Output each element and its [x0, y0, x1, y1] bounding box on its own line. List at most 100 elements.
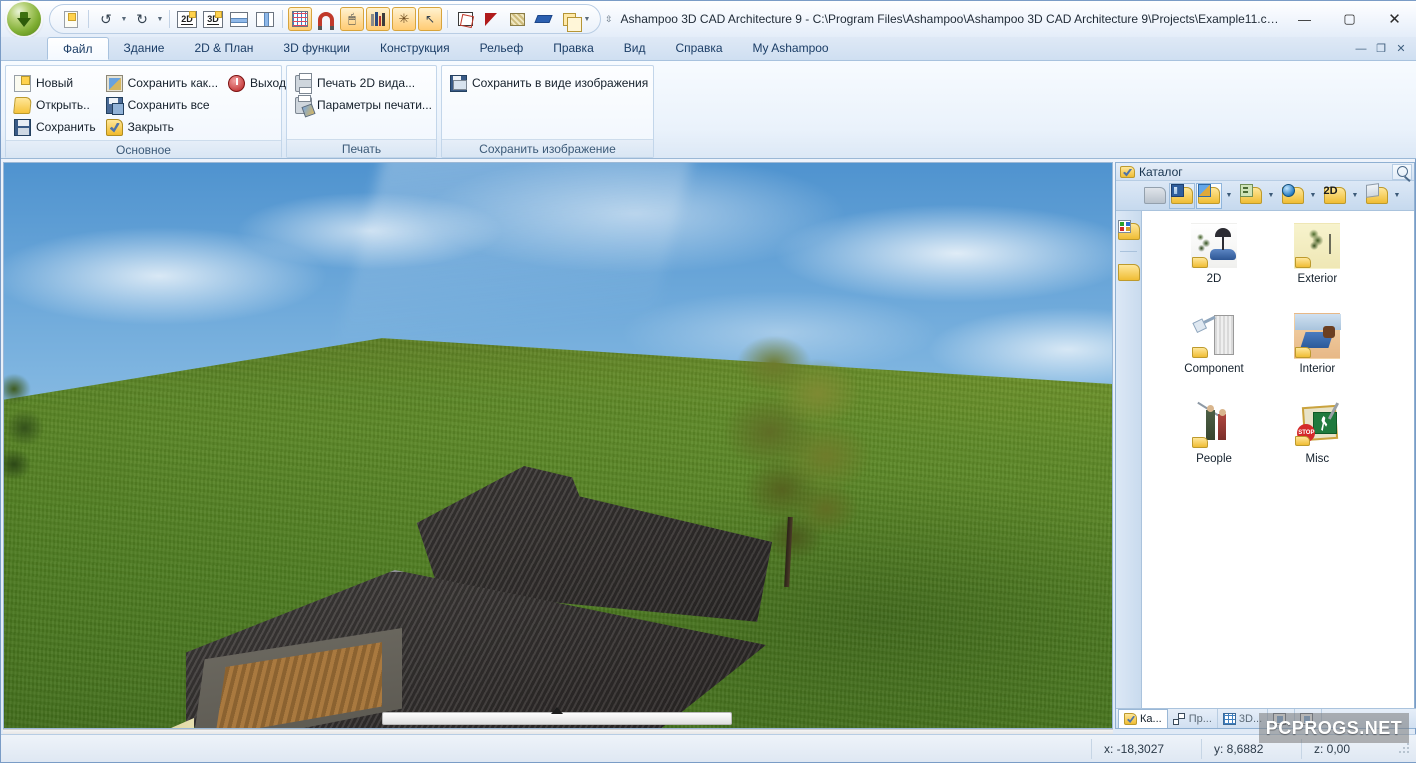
copy-object-button[interactable]	[557, 7, 582, 32]
catalog-textures-button[interactable]	[1280, 183, 1306, 209]
command-save-as[interactable]: Сохранить как...	[104, 72, 226, 94]
catalog-windows-button[interactable]	[1169, 182, 1195, 209]
catalog-materials-button[interactable]	[1238, 183, 1264, 209]
view-3d-icon: 3D	[203, 10, 223, 28]
wall-tool-button[interactable]	[505, 7, 529, 31]
undo-dropdown-caret[interactable]: ▼	[119, 7, 129, 31]
slab-icon	[533, 15, 553, 23]
doc-close-button[interactable]: ✕	[1391, 40, 1411, 58]
node-edit-button[interactable]: ✳	[392, 7, 416, 31]
tab-project-tree[interactable]: Пр...	[1168, 709, 1218, 728]
command-save[interactable]: Сохранить	[12, 116, 104, 138]
folder-overlay-icon	[1192, 347, 1208, 358]
catalog-3d-objects-button[interactable]	[1196, 182, 1222, 209]
chair-shape	[1323, 326, 1336, 338]
house-model	[134, 388, 874, 728]
ribbon-group-main-title: Основное	[6, 140, 281, 158]
catalog-export-button[interactable]	[1364, 183, 1390, 209]
layers-button[interactable]	[366, 7, 390, 31]
slab-tool-button[interactable]	[531, 7, 555, 31]
umbrella-shape	[1215, 228, 1231, 250]
command-exit[interactable]: Выход	[226, 72, 294, 94]
tab-2d-plan[interactable]: 2D & План	[179, 37, 268, 60]
catalog-3d-dropdown-caret[interactable]: ▼	[1223, 183, 1235, 209]
grid-icon	[292, 11, 308, 27]
tab-3d-functions[interactable]: 3D функции	[268, 37, 365, 60]
quick-access-toolbar: ↺ ▼ ↻ ▼ 2D 3D 🖱 ✳ ↖ ▼	[49, 4, 601, 34]
magnet-icon	[318, 12, 334, 30]
catalog-item-2d[interactable]: 2D	[1168, 223, 1260, 285]
3d-viewport[interactable]	[3, 162, 1113, 729]
catalog-side-toolbar	[1116, 211, 1142, 710]
catalog-2d-button[interactable]: 2D	[1322, 183, 1348, 209]
command-close-label: Закрыть	[127, 120, 174, 134]
select-pointer-button[interactable]: 🖱	[340, 7, 364, 31]
view-2d-button[interactable]: 2D	[175, 7, 199, 31]
tab-help[interactable]: Справка	[660, 37, 737, 60]
command-print-settings[interactable]: Параметры печати...	[293, 94, 440, 116]
split-vertical-button[interactable]	[253, 7, 277, 31]
tab-terrain[interactable]: Рельеф	[465, 37, 539, 60]
app-orb-button[interactable]	[5, 2, 43, 36]
snap-magnet-button[interactable]	[314, 7, 338, 31]
split-horizontal-button[interactable]	[227, 7, 251, 31]
folder-icon	[1118, 263, 1140, 281]
view-3d-button[interactable]: 3D	[201, 7, 225, 31]
post-shape	[1329, 234, 1332, 254]
redo-button[interactable]: ↻	[130, 7, 154, 31]
command-open[interactable]: Открыть..	[12, 94, 104, 116]
catalog-item-exterior[interactable]: Exterior	[1271, 223, 1363, 285]
flag-icon	[485, 12, 497, 26]
layers-icon	[371, 12, 385, 26]
tab-construction[interactable]: Конструкция	[365, 37, 465, 60]
close-button[interactable]: ✕	[1372, 5, 1416, 33]
folder-overlay-icon	[1295, 436, 1311, 446]
grid-toggle-button[interactable]	[288, 7, 312, 31]
catalog-item-interior[interactable]: Interior	[1271, 313, 1363, 375]
doc-minimize-button[interactable]: —	[1351, 40, 1371, 58]
exit-icon	[228, 74, 246, 92]
splitter-handle-triangle[interactable]	[551, 707, 563, 714]
catalog-collapse-button[interactable]	[1392, 163, 1412, 180]
flag-marker-button[interactable]	[479, 7, 503, 31]
command-new[interactable]: Новый	[12, 72, 104, 94]
redo-dropdown-caret[interactable]: ▼	[155, 7, 165, 31]
catalog-2d-dropdown-caret[interactable]: ▼	[1349, 183, 1361, 209]
tab-catalog[interactable]: Ка...	[1118, 709, 1168, 728]
tab-file[interactable]: Файл	[47, 37, 109, 60]
catalog-export-dropdown-caret[interactable]: ▼	[1391, 183, 1403, 209]
catalog-favorites-button[interactable]	[1116, 252, 1142, 292]
catalog-groups-button[interactable]	[1116, 211, 1142, 251]
toolbar-overflow-caret[interactable]: ▼	[582, 7, 592, 31]
command-save-all[interactable]: Сохранить все	[104, 94, 226, 116]
tab-building[interactable]: Здание	[109, 37, 180, 60]
viewport-horizontal-scrollbar[interactable]	[382, 707, 732, 725]
catalog-item-label: People	[1196, 453, 1232, 465]
arrow-select-button[interactable]: ↖	[418, 7, 442, 31]
maximize-button[interactable]: ▢	[1327, 5, 1372, 33]
command-print-settings-label: Параметры печати...	[317, 98, 432, 112]
new-document-button[interactable]	[59, 7, 83, 31]
orb-arrow	[17, 17, 31, 27]
minimize-button[interactable]: —	[1282, 5, 1327, 33]
delete-object-button[interactable]	[453, 7, 477, 31]
catalog-materials-dropdown-caret[interactable]: ▼	[1265, 183, 1277, 209]
toolbar-overflow-icon[interactable]: ⇳	[605, 14, 613, 25]
catalog-item-component[interactable]: Component	[1168, 313, 1260, 375]
catalog-item-misc[interactable]: STOP Misc	[1271, 402, 1363, 465]
command-print-2d-view[interactable]: Печать 2D вида...	[293, 72, 440, 94]
catalog-title: Каталог	[1139, 164, 1183, 179]
tab-edit[interactable]: Правка	[538, 37, 609, 60]
command-close[interactable]: Закрыть	[104, 116, 226, 138]
tab-my-ashampoo[interactable]: My Ashampoo	[738, 37, 844, 60]
catalog-back-button[interactable]	[1142, 183, 1168, 209]
doc-restore-button[interactable]: ❐	[1371, 40, 1391, 58]
catalog-item-people[interactable]: People	[1168, 401, 1260, 465]
tab-view[interactable]: Вид	[609, 37, 661, 60]
toolbar-separator	[447, 10, 448, 28]
catalog-textures-dropdown-caret[interactable]: ▼	[1307, 183, 1319, 209]
undo-button[interactable]: ↺	[94, 7, 118, 31]
window-badge-icon	[1171, 184, 1184, 197]
command-save-as-image[interactable]: Сохранить в виде изображения	[448, 72, 656, 94]
2d-category-thumb	[1191, 223, 1237, 269]
